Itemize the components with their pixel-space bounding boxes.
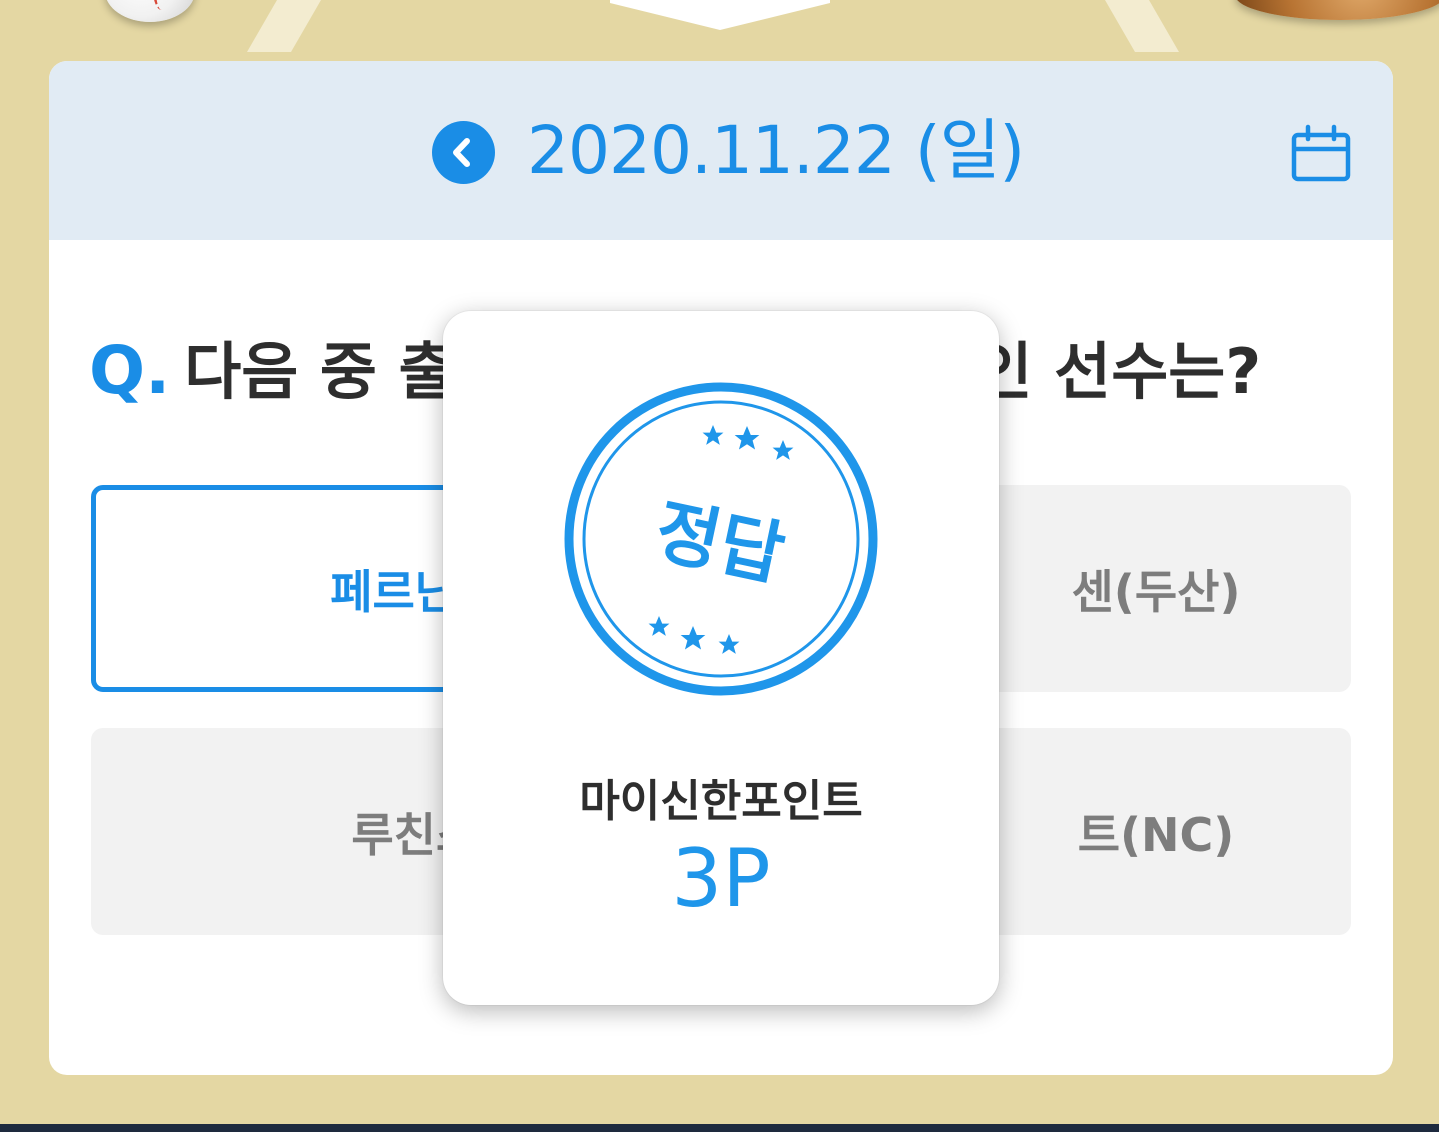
bottom-bar <box>0 1124 1439 1132</box>
star-group-bottom <box>648 616 740 654</box>
answer-option-label: 트(NC) <box>1077 807 1235 862</box>
reward-label: 마이신한포인트 <box>579 776 863 827</box>
glove-icon <box>1235 0 1439 20</box>
date-bar: 2020.11.22 (일) <box>49 61 1393 240</box>
prev-date-button[interactable] <box>432 121 495 184</box>
reward-value: 3P <box>671 832 771 925</box>
current-date: 2020.11.22 (일) <box>527 112 1025 189</box>
question-prefix: Q. <box>89 332 171 409</box>
star-group-top <box>702 425 794 460</box>
baseball-icon <box>105 0 195 22</box>
result-popup[interactable]: 정답 마이신한포인트 3P <box>443 311 999 1005</box>
field-line-left <box>246 0 322 52</box>
correct-stamp: 정답 <box>561 379 881 699</box>
top-decoration <box>0 0 1439 60</box>
question-left-text: 다음 중 출 <box>184 335 456 408</box>
home-plate-decoration <box>610 0 830 30</box>
chevron-left-icon <box>453 138 470 167</box>
question-right-text: 인 선수는? <box>975 335 1262 408</box>
field-line-right <box>1104 0 1180 52</box>
answer-option-label: 센(두산) <box>1071 564 1241 619</box>
calendar-icon <box>1291 124 1351 182</box>
calendar-button[interactable] <box>1289 121 1353 185</box>
